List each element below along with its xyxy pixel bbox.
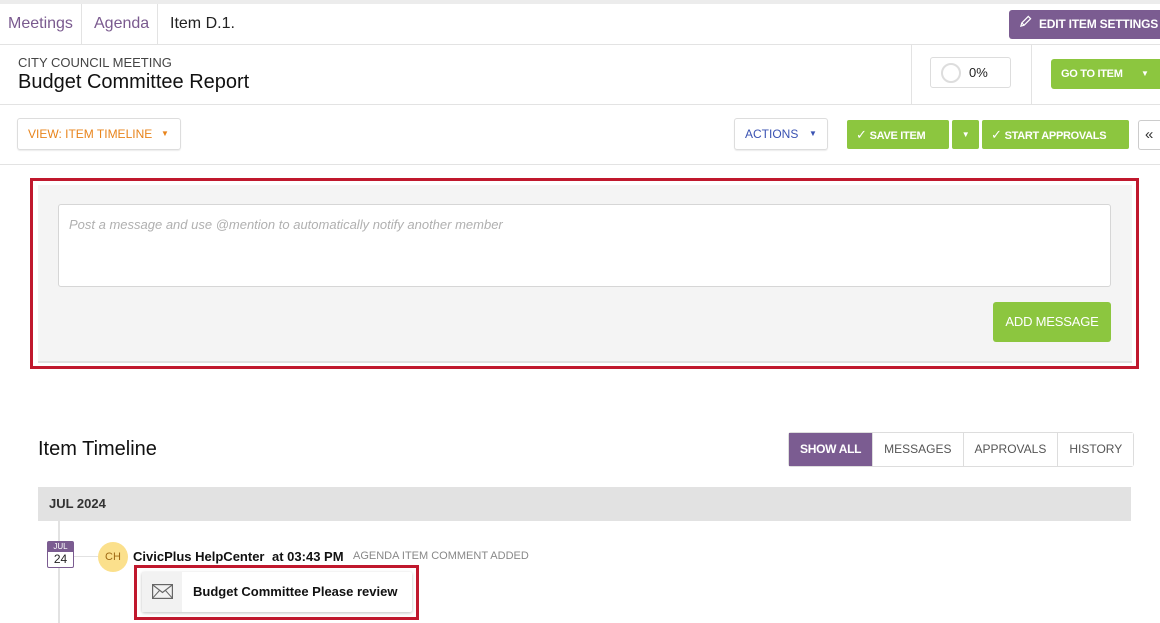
tab-messages[interactable]: MESSAGES: [873, 433, 964, 466]
timeline-connector: [74, 556, 100, 557]
progress-indicator: 0%: [930, 57, 1011, 88]
caret-down-icon: ▼: [161, 129, 169, 138]
caret-down-icon: ▼: [961, 130, 970, 139]
timeline-title: Item Timeline: [38, 438, 157, 460]
view-dropdown[interactable]: VIEW: ITEM TIMELINE ▼: [17, 118, 181, 150]
actions-dropdown[interactable]: ACTIONS ▼: [734, 118, 828, 150]
breadcrumb: Meetings Agenda Item D.1. EDIT ITEM SETT…: [0, 0, 1160, 45]
item-header: CITY COUNCIL MEETING Budget Committee Re…: [0, 45, 1160, 105]
timeline-filter-tabs: SHOW ALL MESSAGES APPROVALS HISTORY: [788, 432, 1135, 467]
save-options-dropdown-button[interactable]: ▼: [952, 120, 979, 149]
progress-value: 0%: [969, 65, 988, 80]
checkmark-icon: ✓: [991, 127, 1002, 142]
breadcrumb-current-item: Item D.1.: [170, 15, 235, 32]
month-header: JUL 2024: [38, 487, 1131, 521]
start-approvals-label: START APPROVALS: [1004, 130, 1107, 142]
meeting-label: CITY COUNCIL MEETING: [18, 55, 172, 70]
go-to-item-label: GO TO ITEM: [1061, 68, 1123, 80]
pencil-icon: [1019, 10, 1033, 39]
view-dropdown-label: VIEW: ITEM TIMELINE: [28, 127, 153, 141]
save-item-label: SAVE ITEM: [869, 130, 926, 142]
date-month: JUL: [48, 542, 73, 552]
calendar-date-icon: JUL 24: [47, 541, 74, 568]
avatar: CH: [98, 542, 128, 572]
caret-down-icon: ▼: [1141, 69, 1149, 78]
breadcrumb-meetings-link[interactable]: Meetings: [0, 4, 82, 44]
date-day: 24: [53, 552, 68, 566]
tab-show-all[interactable]: SHOW ALL: [789, 433, 874, 466]
collapse-panel-button[interactable]: «: [1138, 120, 1160, 150]
page-title: Budget Committee Report: [18, 71, 250, 93]
timeline-line: [58, 521, 60, 623]
toolbar: VIEW: ITEM TIMELINE ▼ ACTIONS ▼ ✓ SAVE IT…: [0, 105, 1160, 165]
highlight-frame: [134, 565, 419, 620]
entry-time: at 03:43 PM: [272, 549, 344, 564]
go-to-item-button[interactable]: GO TO ITEM ▼: [1051, 59, 1160, 89]
edit-item-settings-button[interactable]: EDIT ITEM SETTINGS: [1009, 10, 1160, 39]
edit-item-settings-label: EDIT ITEM SETTINGS: [1039, 17, 1159, 31]
highlight-frame: [30, 178, 1139, 369]
progress-circle-icon: [941, 63, 961, 83]
tab-approvals[interactable]: APPROVALS: [963, 433, 1059, 466]
save-item-button[interactable]: ✓ SAVE ITEM: [847, 120, 949, 149]
entry-author: CivicPlus HelpCenter: [133, 549, 265, 564]
tab-history[interactable]: HISTORY: [1058, 433, 1134, 466]
divider: [1031, 45, 1032, 104]
checkmark-icon: ✓: [856, 127, 867, 142]
caret-down-icon: ▼: [809, 129, 817, 138]
divider: [911, 45, 912, 104]
actions-label: ACTIONS: [745, 127, 799, 141]
breadcrumb-agenda-link[interactable]: Agenda: [86, 4, 159, 44]
start-approvals-button[interactable]: ✓ START APPROVALS: [982, 120, 1129, 149]
entry-type: AGENDA ITEM COMMENT ADDED: [353, 550, 529, 562]
